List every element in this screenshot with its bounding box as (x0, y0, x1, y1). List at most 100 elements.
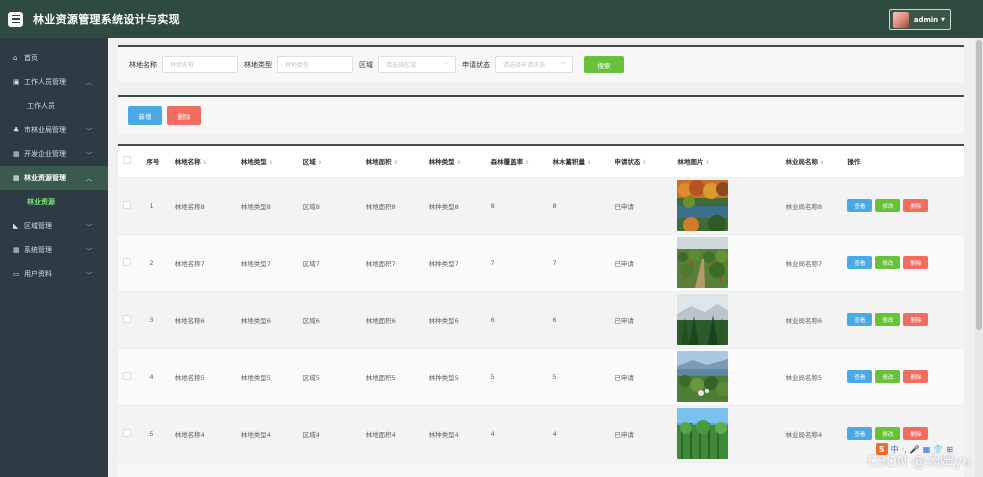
sort-icon[interactable]: ⇕ (318, 160, 322, 166)
green-woodland-photo[interactable] (677, 408, 785, 459)
column-header[interactable]: 林种类型 ⇕ (428, 146, 491, 178)
column-header[interactable]: 林业局名称 ⇕ (785, 146, 848, 178)
view-button[interactable]: 查看 (847, 199, 873, 212)
chevron-up-icon: ︿ (85, 175, 92, 183)
delete-button[interactable]: 删除 (903, 256, 929, 269)
row-checkbox[interactable] (123, 428, 131, 437)
sidebar-item-developer[interactable]: ▦ 开发企业管理 ﹀ (0, 142, 108, 166)
user-menu[interactable]: admin ▼ (888, 9, 951, 30)
sort-icon[interactable]: ⇕ (642, 160, 646, 166)
column-header[interactable]: 林地面积 ⇕ (365, 146, 429, 178)
table-row[interactable]: 2 林地名称7 林地类型7 区域7 林地面积7 林种类型7 7 7 已申请 林业局名称7 查看 修改删… (118, 234, 964, 292)
menu-toggle-icon[interactable] (8, 11, 23, 27)
page-scrollbar[interactable] (975, 38, 983, 477)
sort-icon[interactable]: ⇕ (203, 160, 207, 166)
cell-image[interactable] (677, 291, 786, 349)
sidebar-item-system[interactable]: ▦ 系统管理 ﹀ (0, 238, 108, 262)
cell-region: 区域5 (302, 348, 366, 406)
view-button[interactable]: 查看 (847, 427, 873, 440)
sort-icon[interactable]: ⇕ (587, 160, 591, 166)
cell-image[interactable] (677, 234, 786, 292)
column-header[interactable]: 森林覆盖率 ⇕ (490, 146, 553, 178)
column-header[interactable]: 林地名称 ⇕ (174, 146, 241, 178)
sidebar-item-region[interactable]: ◣ 区域管理 ﹀ (0, 214, 108, 238)
sidebar-item-staff[interactable]: 工作人员 (0, 94, 108, 118)
cell-type: 林地类型5 (240, 348, 303, 406)
cell-volume: 4 (552, 405, 615, 463)
user-name: admin (913, 15, 939, 24)
edit-button[interactable]: 修改 (875, 256, 901, 269)
sidebar-item-home[interactable]: ⌂ 首页 (0, 46, 108, 70)
table-row[interactable]: 1 林地名称8 林地类型8 区域8 林地面积8 林种类型8 8 8 已申请 林业局名称8 查看 修改删… (118, 177, 964, 235)
batch-delete-button[interactable]: 删除 (167, 106, 201, 125)
lakeside-forest-photo[interactable] (677, 351, 785, 402)
row-checkbox[interactable] (123, 371, 131, 380)
cell-ops: 查看 修改 删除 (847, 291, 964, 349)
chevron-down-icon: ﹀ (85, 223, 92, 231)
add-button[interactable]: 新增 (128, 106, 162, 125)
cell-coverage: 7 (490, 234, 553, 292)
cell-image[interactable] (677, 405, 786, 463)
view-button[interactable]: 查看 (847, 256, 873, 269)
orchard-path-photo[interactable] (677, 237, 785, 288)
cell-type: 林地类型7 (240, 234, 303, 292)
region-select[interactable]: 请选择区域 ﹀ (378, 56, 456, 73)
pine-forest-photo[interactable] (677, 294, 785, 345)
cell-index: 3 (146, 291, 175, 349)
column-header[interactable]: 林地类型 ⇕ (240, 146, 303, 178)
cell-index: 4 (146, 348, 175, 406)
row-checkbox[interactable] (123, 257, 131, 266)
cell-bureau: 林业局名称6 (785, 291, 848, 349)
delete-button[interactable]: 删除 (903, 427, 929, 440)
edit-button[interactable]: 修改 (875, 313, 901, 326)
status-select[interactable]: 请选择申请状态 ﹀ (495, 56, 573, 73)
sidebar-item-forestry-bureau[interactable]: ♣ 市林业局管理 ﹀ (0, 118, 108, 142)
sidebar-item-resource[interactable]: 林业资源 (0, 190, 108, 214)
sort-icon[interactable]: ⇕ (705, 160, 709, 166)
sort-icon[interactable]: ⇕ (269, 160, 273, 166)
sidebar-item-profile[interactable]: ▭ 用户资料 ﹀ (0, 262, 108, 286)
name-search-input[interactable]: 林地名称 (162, 56, 238, 73)
avatar (892, 11, 909, 28)
edit-button[interactable]: 修改 (875, 370, 901, 383)
column-header[interactable]: 区域 ⇕ (302, 146, 366, 178)
delete-button[interactable]: 删除 (903, 313, 929, 326)
edit-button[interactable]: 修改 (875, 199, 901, 212)
sort-icon[interactable]: ⇕ (394, 160, 398, 166)
row-checkbox[interactable] (123, 314, 131, 323)
column-header[interactable]: 林木蓄积量 ⇕ (552, 146, 615, 178)
delete-button[interactable]: 删除 (903, 370, 929, 383)
edit-button[interactable]: 修改 (875, 427, 901, 440)
sort-icon[interactable]: ⇕ (525, 160, 529, 166)
cell-image[interactable] (677, 348, 786, 406)
cell-bureau: 林业局名称8 (785, 177, 848, 235)
sort-icon[interactable]: ⇕ (820, 160, 824, 166)
region-icon: ◣ (13, 222, 19, 230)
autumn-lake-forest-photo[interactable] (677, 180, 785, 231)
type-search-input[interactable]: 林地类型 (277, 56, 353, 73)
view-button[interactable]: 查看 (847, 370, 873, 383)
cell-status: 已申请 (614, 405, 678, 463)
sort-icon[interactable]: ⇕ (457, 160, 461, 166)
view-button[interactable]: 查看 (847, 313, 873, 326)
main-content: 林地名称 林地名称 林地类型 林地类型 区域 请选择区域 ﹀ 申请状态 请选择申… (108, 38, 975, 477)
cell-volume: 5 (552, 348, 615, 406)
cell-species: 林种类型6 (428, 291, 491, 349)
column-header[interactable]: 林地图片 ⇕ (677, 146, 786, 178)
table-row[interactable]: 3 林地名称6 林地类型6 区域6 林地面积6 林种类型6 6 6 已申请 林业局名称6 查看 修改删… (118, 291, 964, 349)
sidebar-item-staff-management[interactable]: ▣ 工作人员管理 ︿ (0, 70, 108, 94)
delete-button[interactable]: 删除 (903, 199, 929, 212)
search-button[interactable]: 搜索 (584, 56, 624, 73)
row-checkbox[interactable] (123, 200, 131, 209)
select-all-checkbox[interactable] (123, 156, 131, 165)
sidebar-item-resource-management[interactable]: ▦ 林业资源管理 ︿ (0, 166, 108, 190)
sidebar-item-label: 用户资料 (24, 270, 52, 278)
scrollbar-thumb[interactable] (976, 40, 982, 330)
table-row[interactable]: 4 林地名称5 林地类型5 区域5 林地面积5 林种类型5 5 5 已申请 林业局名称5 查看 修改删… (118, 348, 964, 406)
cell-volume: 8 (552, 177, 615, 235)
grid-icon: ▦ (13, 174, 20, 182)
table-row[interactable]: 5 林地名称4 林地类型4 区域4 林地面积4 林种类型4 4 4 已申请 林业局名称4 查看 修改删… (118, 405, 964, 463)
cell-image[interactable] (677, 177, 786, 235)
column-header[interactable]: 申请状态 ⇕ (614, 146, 678, 178)
sidebar-item-label: 工作人员管理 (24, 78, 66, 86)
